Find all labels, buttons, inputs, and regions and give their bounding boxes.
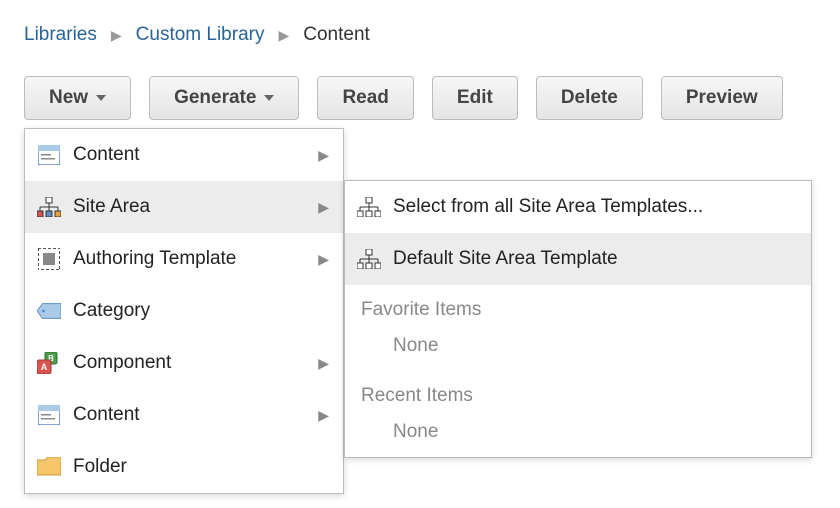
recent-items-none: None <box>345 411 811 457</box>
menu-item-content[interactable]: Content ▶ <box>25 129 343 181</box>
chevron-right-icon: ▶ <box>318 251 329 268</box>
caret-down-icon <box>96 95 106 101</box>
menu-item-site-area[interactable]: Site Area ▶ <box>25 181 343 233</box>
breadcrumb-current: Content <box>303 24 370 46</box>
breadcrumb-custom-library[interactable]: Custom Library <box>136 24 265 46</box>
chevron-right-icon: ▶ <box>318 407 329 424</box>
menu-item-label: Folder <box>73 456 127 478</box>
site-area-submenu: Select from all Site Area Templates... D… <box>344 180 812 458</box>
submenu-item-label: Default Site Area Template <box>393 248 618 270</box>
menu-item-label: Site Area <box>73 196 150 218</box>
submenu-item-label: Select from all Site Area Templates... <box>393 196 703 218</box>
favorite-items-none: None <box>345 325 811 371</box>
chevron-right-icon: ▶ <box>318 355 329 372</box>
read-button[interactable]: Read <box>317 76 413 120</box>
menu-item-authoring-template[interactable]: Authoring Template ▶ <box>25 233 343 285</box>
menu-item-component[interactable]: BA Component ▶ <box>25 337 343 389</box>
recent-items-header: Recent Items <box>345 371 811 411</box>
new-button[interactable]: New <box>24 76 131 120</box>
new-menu: Content ▶ Site Area ▶ Authoring Template… <box>24 128 344 494</box>
submenu-item-select-all[interactable]: Select from all Site Area Templates... <box>345 181 811 233</box>
breadcrumb-separator-icon: ▶ <box>278 27 289 44</box>
menu-item-content-2[interactable]: Content ▶ <box>25 389 343 441</box>
breadcrumb-separator-icon: ▶ <box>111 27 122 44</box>
new-button-label: New <box>49 87 88 109</box>
folder-icon <box>37 455 61 479</box>
breadcrumb: Libraries ▶ Custom Library ▶ Content <box>24 24 816 46</box>
submenu-item-default[interactable]: Default Site Area Template <box>345 233 811 285</box>
menu-item-label: Content <box>73 404 140 426</box>
category-icon <box>37 299 61 323</box>
site-area-icon <box>37 195 61 219</box>
authoring-template-icon <box>37 247 61 271</box>
menu-item-category[interactable]: Category <box>25 285 343 337</box>
caret-down-icon <box>264 95 274 101</box>
menu-item-label: Authoring Template <box>73 248 236 270</box>
toolbar: New Generate Read Edit Delete Preview <box>24 76 816 120</box>
menu-item-label: Category <box>73 300 150 322</box>
menu-item-label: Component <box>73 352 171 374</box>
chevron-right-icon: ▶ <box>318 199 329 216</box>
content-icon <box>37 403 61 427</box>
preview-button[interactable]: Preview <box>661 76 783 120</box>
svg-text:A: A <box>41 362 48 372</box>
site-area-icon <box>357 195 381 219</box>
menu-item-folder[interactable]: Folder <box>25 441 343 493</box>
site-area-icon <box>357 247 381 271</box>
content-icon <box>37 143 61 167</box>
delete-button[interactable]: Delete <box>536 76 643 120</box>
breadcrumb-libraries[interactable]: Libraries <box>24 24 97 46</box>
generate-button[interactable]: Generate <box>149 76 299 120</box>
edit-button[interactable]: Edit <box>432 76 518 120</box>
favorite-items-header: Favorite Items <box>345 285 811 325</box>
chevron-right-icon: ▶ <box>318 147 329 164</box>
menu-item-label: Content <box>73 144 140 166</box>
generate-button-label: Generate <box>174 87 256 109</box>
component-icon: BA <box>37 351 61 375</box>
